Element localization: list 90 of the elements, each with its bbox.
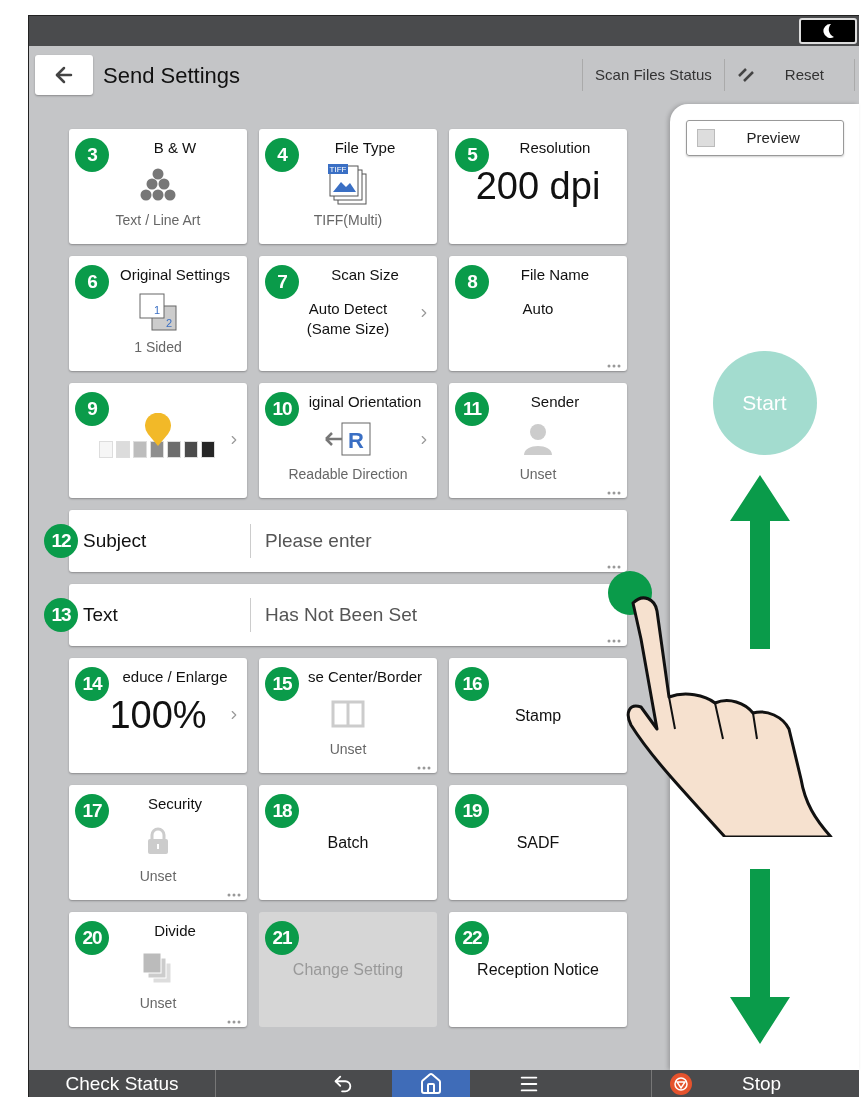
callout-number: 10 — [265, 392, 299, 426]
setting-tile[interactable]: 8 File Name Auto — [449, 256, 627, 371]
callout-number: 11 — [455, 392, 489, 426]
more-icon — [227, 893, 241, 897]
columns-icon — [331, 699, 365, 728]
setting-tile[interactable]: 17 Security Unset — [69, 785, 247, 900]
tile-value: 100% — [109, 692, 207, 738]
field-value: Has Not Been Set — [265, 602, 418, 627]
setting-tile[interactable]: 10 iginal Orientation R Readable Direction — [259, 383, 437, 498]
callout-number: 7 — [265, 265, 299, 299]
setting-tile[interactable]: 5 Resolution 200 dpi — [449, 129, 627, 244]
moon-icon — [821, 23, 835, 39]
callout-number: 6 — [75, 265, 109, 299]
back-button[interactable] — [35, 55, 93, 95]
tile-value: Auto — [521, 298, 555, 319]
setting-tile[interactable]: 18 Batch — [259, 785, 437, 900]
tile-title: Scan Size — [331, 265, 399, 285]
more-icon — [607, 364, 621, 368]
callout-number: 21 — [265, 921, 299, 955]
lock-icon — [147, 826, 169, 855]
reset-button[interactable]: Reset — [784, 63, 824, 87]
callout-number: 9 — [75, 392, 109, 426]
preview-button[interactable]: Preview — [685, 120, 844, 156]
energy-saver-button[interactable] — [799, 18, 857, 44]
person-icon — [523, 422, 553, 455]
tile-title: Resolution — [519, 138, 591, 158]
density-pin[interactable] — [144, 413, 172, 447]
setting-tile[interactable]: 6 Original Settings 1 2 1 Sided — [69, 256, 247, 371]
tile-value: 1 Sided — [134, 337, 182, 357]
setting-tile[interactable]: 14 educe / Enlarge 100% — [69, 658, 247, 773]
more-icon — [607, 565, 621, 569]
setting-tile[interactable]: 3 B & W Text / Line Art — [69, 129, 247, 244]
dots-icon — [138, 167, 178, 202]
tile-title: Sender — [530, 392, 580, 412]
tile-value: Text / Line Art — [115, 210, 201, 230]
setting-tile[interactable]: 16 Stamp — [449, 658, 627, 773]
setting-tile[interactable]: 20 Divide Unset — [69, 912, 247, 1027]
tile-title: Original Settings — [119, 265, 231, 285]
stop-button[interactable]: Stop — [742, 1070, 782, 1097]
tile-value: Readable Direction — [288, 464, 408, 484]
callout-number: 14 — [75, 667, 109, 701]
field-label: Subject — [83, 528, 148, 553]
tile-value: Auto Detect (Same Size) — [305, 298, 391, 339]
tile-title: educe / Enlarge — [122, 667, 228, 687]
tile-title: B & W — [153, 138, 197, 158]
callout-number: 15 — [265, 667, 299, 701]
callout-number: 12 — [44, 524, 78, 558]
home-icon — [418, 1071, 444, 1096]
tile-value: TIFF(Multi) — [313, 210, 383, 230]
setting-tile[interactable]: 11 Sender Unset — [449, 383, 627, 498]
callout-number: 19 — [455, 794, 489, 828]
tile-title: se Center/Border — [307, 667, 423, 687]
density-tile[interactable]: 9 — [69, 383, 247, 498]
callout-number: 17 — [75, 794, 109, 828]
callout-number: 13 — [44, 598, 78, 632]
setting-tile[interactable]: 15 se Center/Border Unset — [259, 658, 437, 773]
more-icon — [227, 1020, 241, 1024]
field-label: Text — [83, 602, 119, 627]
callout-number: 5 — [455, 138, 489, 172]
callout-number: 18 — [265, 794, 299, 828]
setting-tile[interactable]: 4 File Type TIFF TIFF(Multi) — [259, 129, 437, 244]
tile-value: Unset — [519, 464, 557, 484]
tile-title: File Type — [334, 138, 396, 158]
tile-title: Divide — [154, 921, 196, 941]
callout-number: 16 — [455, 667, 489, 701]
callout-number: 3 — [75, 138, 109, 172]
field-value: Please enter — [265, 528, 372, 553]
page-title: Send Settings — [103, 61, 240, 90]
setting-tile[interactable]: 7 Scan Size Auto Detect (Same Size) — [259, 256, 437, 371]
tile-title: File Name — [520, 265, 590, 285]
more-icon — [607, 491, 621, 495]
home-button[interactable] — [392, 1070, 470, 1097]
more-icon — [607, 639, 621, 643]
scan-files-status-button[interactable]: Scan Files Status — [583, 63, 724, 87]
more-icon — [417, 766, 431, 770]
preview-checkbox[interactable] — [696, 129, 715, 147]
check-status-button[interactable]: Check Status — [29, 1070, 215, 1097]
callout-number: 4 — [265, 138, 299, 172]
tile-title: iginal Orientation — [308, 392, 422, 412]
setting-tile[interactable]: 22 Reception Notice — [449, 912, 627, 1027]
callout-number: 22 — [455, 921, 489, 955]
callout-number: 20 — [75, 921, 109, 955]
reset-icon — [736, 67, 755, 83]
tile-value: Unset — [139, 993, 177, 1013]
tile-title: Security — [147, 794, 203, 814]
stop-icon — [670, 1072, 692, 1095]
tile-value: Unset — [139, 866, 177, 886]
callout-number: 8 — [455, 265, 489, 299]
setting-tile[interactable]: 19 SADF — [449, 785, 627, 900]
tile-value: Unset — [329, 739, 367, 759]
